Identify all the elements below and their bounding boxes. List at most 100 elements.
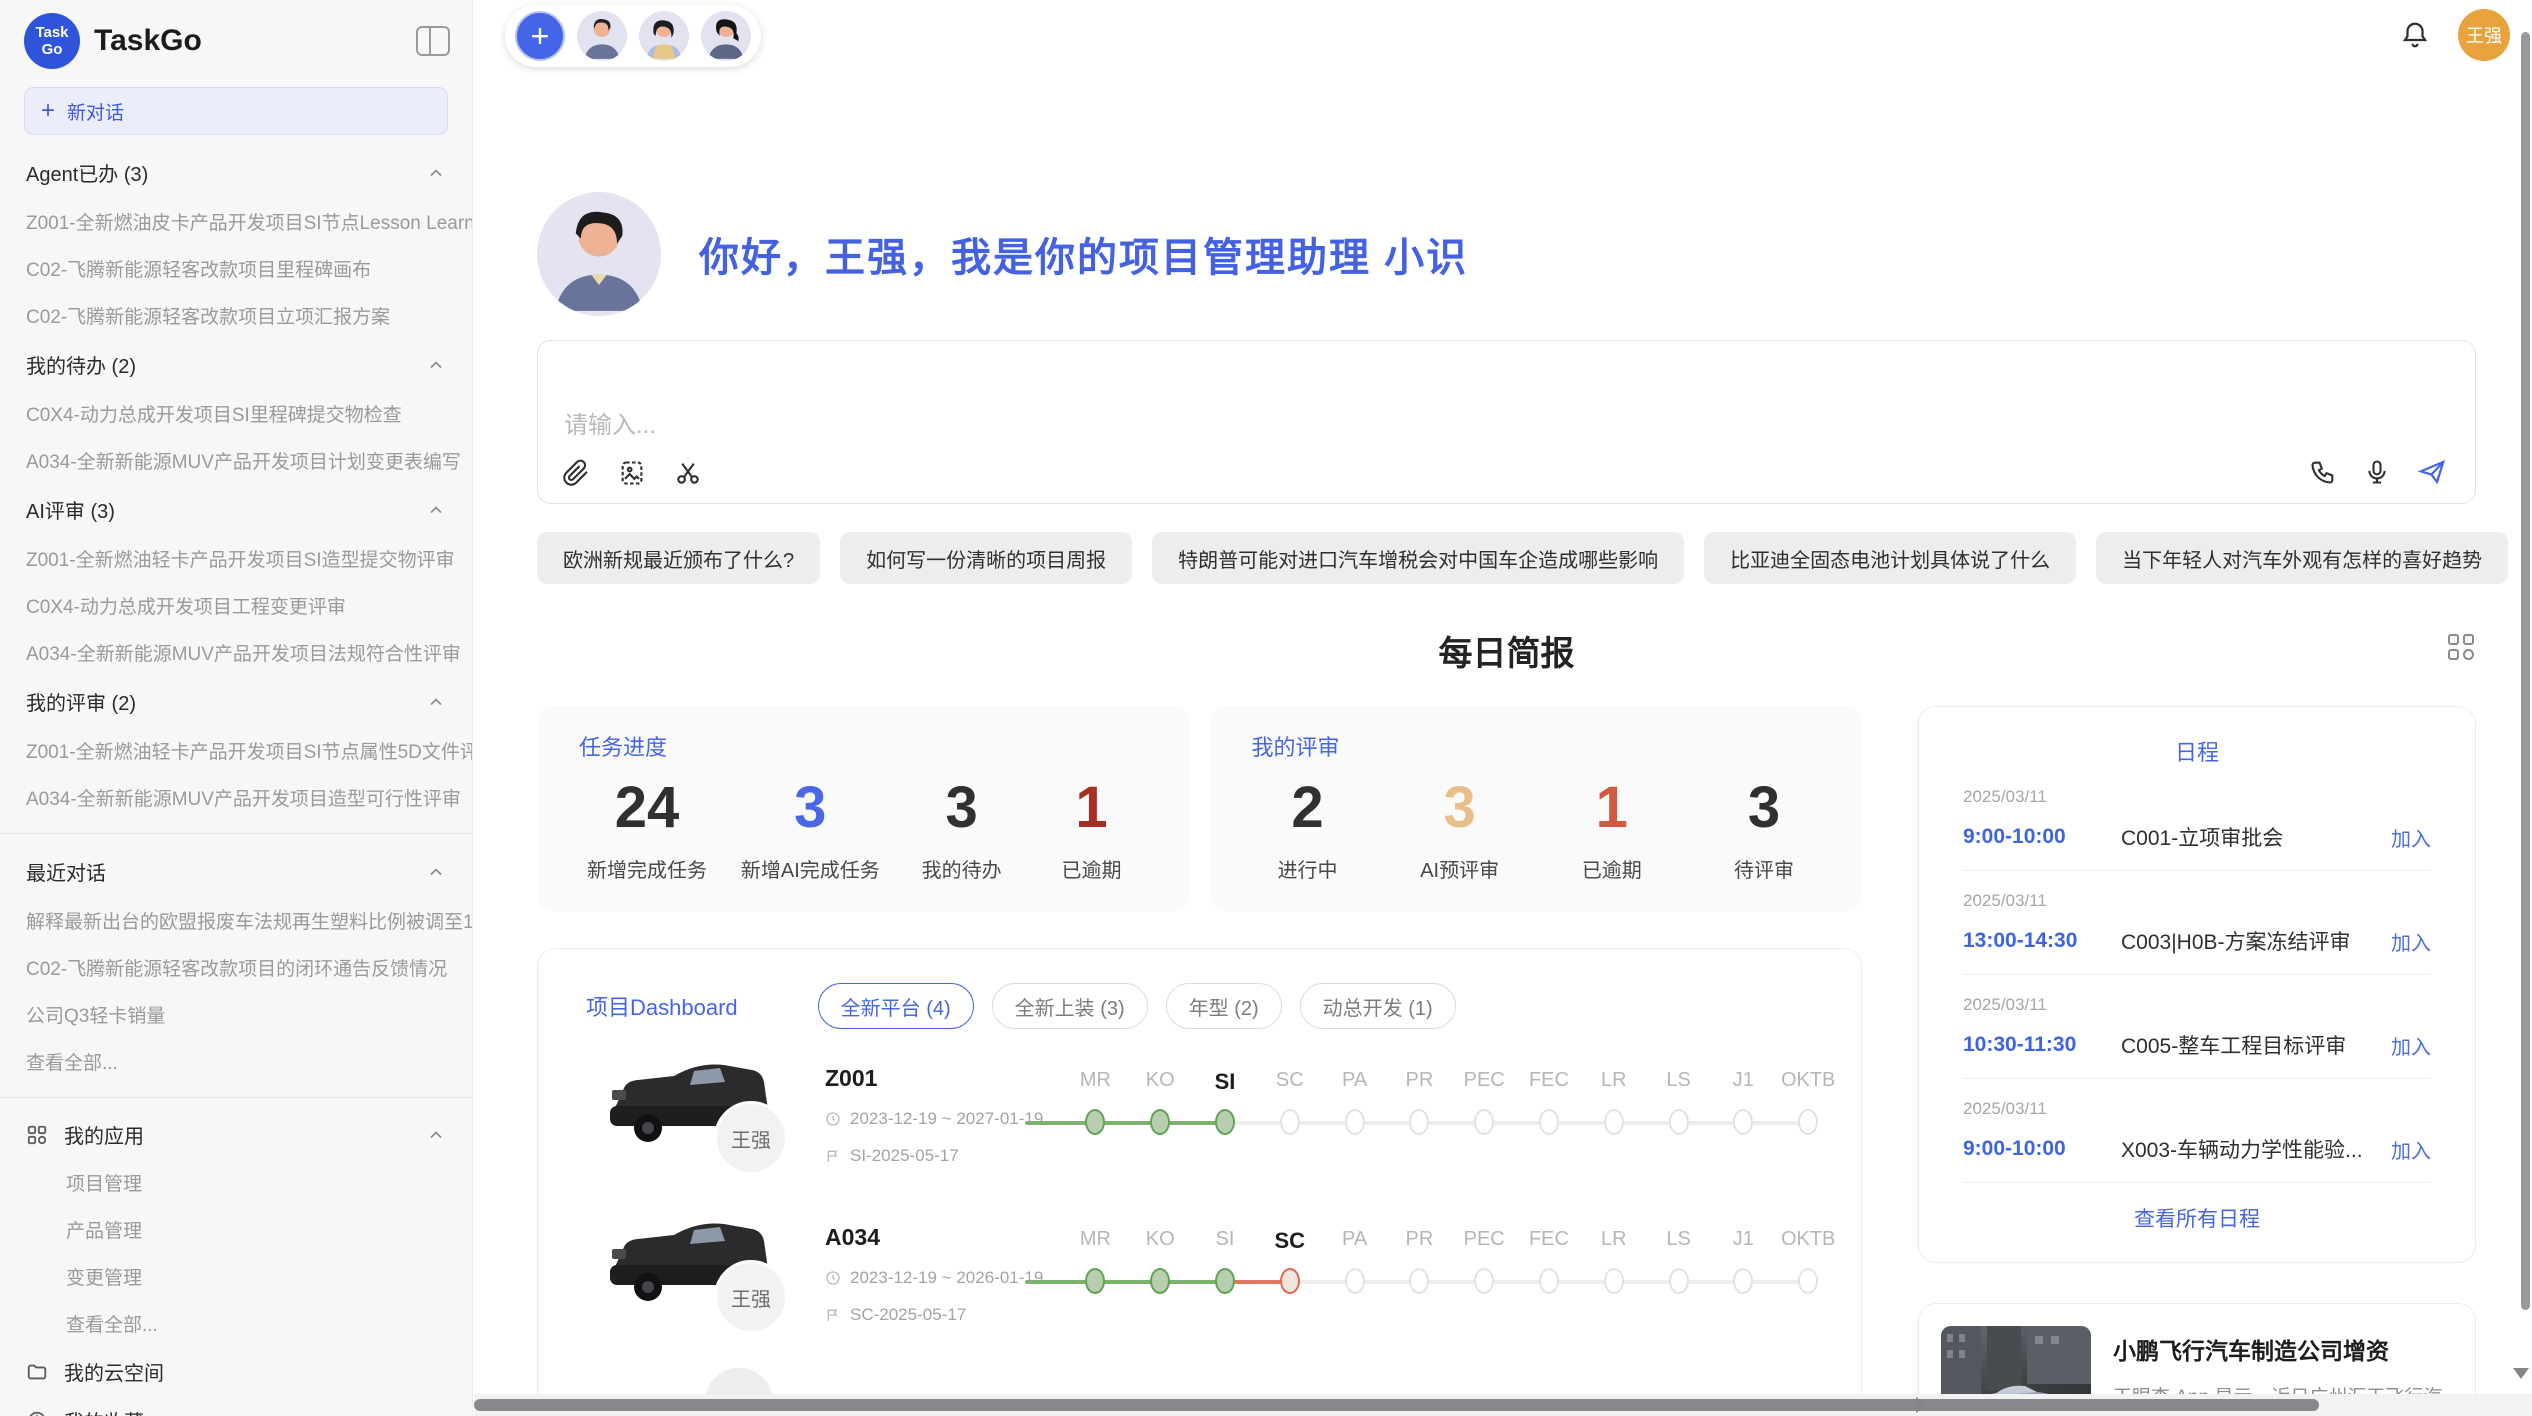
phone-icon[interactable] [2309,458,2337,486]
milestone-label: PEC [1452,1228,1517,1254]
app-title: TaskGo [94,24,416,58]
agent-avatar-1[interactable] [577,11,627,61]
chevron-up-icon[interactable] [426,862,446,882]
add-agent-button[interactable]: + [515,11,565,61]
microphone-icon[interactable] [2363,458,2391,486]
tab-new-body[interactable]: 全新上装 (3) [992,983,1148,1029]
section-title: Agent已办 (3) [26,158,148,187]
avatar-illustration [537,192,661,316]
stat-my-todo: 3 我的待办 [914,776,1010,883]
suggestion-chip[interactable]: 欧洲新规最近颁布了什么? [537,532,820,584]
chevron-up-icon[interactable] [426,500,446,520]
send-icon[interactable] [2417,457,2447,487]
attachment-icon[interactable] [562,459,590,487]
join-link[interactable]: 加入 [2391,1135,2431,1164]
list-item[interactable]: 产品管理 [0,1206,472,1253]
daily-briefing-title: 每日简报 [537,626,2476,675]
list-item[interactable]: Z001-全新燃油轻卡产品开发项目SI造型提交物评审 [0,535,472,582]
project-row-a034[interactable]: 王强 A034 2023-12-19 ~ 2026-01-19 [586,1200,1861,1325]
chevron-up-icon[interactable] [426,355,446,375]
sidebar-scroll: Agent已办 (3) Z001-全新燃油皮卡产品开发项目SI节点Lesson … [0,147,472,1416]
tab-new-platform[interactable]: 全新平台 (4) [818,983,974,1029]
suggestion-chip[interactable]: 比亚迪全固态电池计划具体说了什么 [1704,532,2076,584]
schedule-date: 2025/03/11 [1963,1099,2431,1119]
milestone-dot [1409,1109,1429,1135]
list-item[interactable]: C0X4-动力总成开发项目SI里程碑提交物检查 [0,390,472,437]
assistant-avatar [537,192,661,316]
bell-icon[interactable] [2400,20,2430,50]
milestone-dots [1063,1109,1841,1137]
milestone-dot [1539,1109,1559,1135]
sidebar-item-cloud-space[interactable]: 我的云空间 [0,1347,472,1396]
vertical-scrollbar[interactable] [2521,32,2530,1310]
sidebar-item-my-apps[interactable]: 我的应用 [0,1110,472,1159]
agent-avatar-2[interactable] [639,11,689,61]
section-title: 最近对话 [26,857,106,886]
logo-line2: Go [42,41,63,58]
join-link[interactable]: 加入 [2391,1031,2431,1060]
milestone-label: LR [1581,1069,1646,1095]
stat-value: 3 [1716,776,1812,840]
clock-icon [825,1111,841,1127]
milestone-dot-done [1215,1268,1235,1294]
list-item[interactable]: C0X4-动力总成开发项目工程变更评审 [0,582,472,629]
chevron-up-icon[interactable] [426,692,446,712]
chevron-up-icon[interactable] [426,1125,446,1145]
stat-label: 进行中 [1260,854,1356,883]
list-item[interactable]: Z001-全新燃油皮卡产品开发项目SI节点Lesson Learn报告 [0,198,472,245]
sidebar-header: Task Go TaskGo [0,0,472,79]
layout-grid-icon[interactable] [2448,634,2474,660]
stat-label: 待评审 [1716,854,1812,883]
milestone-label: OKTB [1776,1069,1841,1095]
milestone-dot-done [1150,1109,1170,1135]
tab-model-year[interactable]: 年型 (2) [1166,983,1282,1029]
join-link[interactable]: 加入 [2391,823,2431,852]
suggestion-chip[interactable]: 特朗普可能对进口汽车增税会对中国车企造成哪些影响 [1152,532,1684,584]
project-dates: 2023-12-19 ~ 2026-01-19 [825,1268,1063,1288]
list-item[interactable]: 公司Q3轻卡销量 [0,991,472,1038]
suggestion-chip[interactable]: 当下年轻人对汽车外观有怎样的喜好趋势 [2096,532,2508,584]
stat-label: AI预评审 [1412,854,1508,883]
divider [0,1097,472,1098]
chevron-up-icon[interactable] [426,163,446,183]
list-item[interactable]: 变更管理 [0,1253,472,1300]
scroll-right-arrow[interactable] [1916,1397,1935,1413]
scissors-icon[interactable] [674,459,702,487]
list-item[interactable]: 项目管理 [0,1159,472,1206]
list-item[interactable]: A034-全新新能源MUV产品开发项目法规符合性评审 [0,629,472,676]
suggestion-chip[interactable]: 如何写一份清晰的项目周报 [840,532,1132,584]
stat-ai-prereview: 3 AI预评审 [1412,776,1508,883]
milestone-labels: MR KO SI SC PA PR PEC FEC LR LS [1063,1228,1841,1254]
list-item[interactable]: C02-飞腾新能源轻客改款项目的闭环通告反馈情况 [0,944,472,991]
list-item[interactable]: A034-全新新能源MUV产品开发项目造型可行性评审 [0,774,472,821]
user-avatar[interactable]: 王强 [2458,9,2510,61]
image-icon[interactable] [618,459,646,487]
milestone-dot-done [1150,1268,1170,1294]
sidebar-item-favorites[interactable]: 我的收藏 [0,1396,472,1416]
new-chat-button[interactable]: + 新对话 [24,87,448,135]
list-item[interactable]: C02-飞腾新能源轻客改款项目里程碑画布 [0,245,472,292]
user-initials: 王强 [2466,22,2502,48]
list-item[interactable]: C02-飞腾新能源轻客改款项目立项汇报方案 [0,292,472,339]
list-item[interactable]: A034-全新新能源MUV产品开发项目计划变更表编写 [0,437,472,484]
scroll-down-arrow[interactable] [2513,1368,2529,1387]
horizontal-scrollbar-thumb[interactable] [474,1399,2319,1411]
sidebar: Task Go TaskGo + 新对话 Agent已办 (3) Z001-全新… [0,0,473,1416]
tab-powertrain[interactable]: 动总开发 (1) [1300,983,1456,1029]
agent-avatar-3[interactable] [701,11,751,61]
milestone-label: PEC [1452,1069,1517,1095]
left-column: 任务进度 24 新增完成任务 3 新增AI完成任务 [537,706,1878,1416]
stat-value: 2 [1260,776,1356,840]
project-owner-avatar: 王强 [714,1260,788,1334]
chat-input-card[interactable]: 请输入... [537,340,2476,504]
join-link[interactable]: 加入 [2391,927,2431,956]
sidebar-collapse-icon[interactable] [416,26,450,56]
recent-view-all[interactable]: 查看全部... [0,1038,472,1085]
stat-label: 我的待办 [914,854,1010,883]
list-item[interactable]: 解释最新出台的欧盟报废车法规再生塑料比例被调至15%... [0,897,472,944]
view-all-schedule-link[interactable]: 查看所有日程 [1963,1203,2431,1233]
project-row-z001[interactable]: 王强 Z001 2023-12-19 ~ 2027-01-19 [586,1041,1861,1166]
apps-view-all[interactable]: 查看全部... [0,1300,472,1347]
list-item[interactable]: Z001-全新燃油轻卡产品开发项目SI节点属性5D文件评审 [0,727,472,774]
project-flag: SC-2025-05-17 [825,1305,1063,1325]
